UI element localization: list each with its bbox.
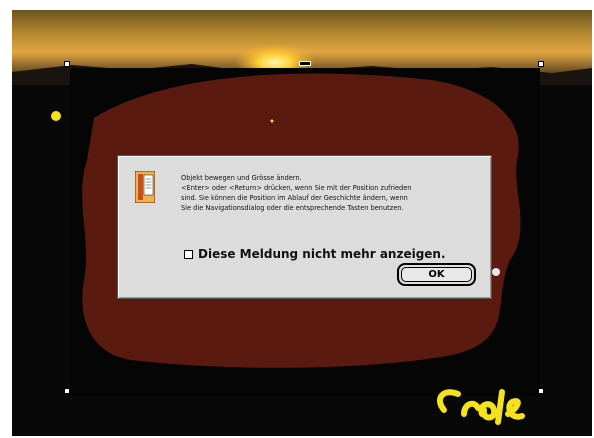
dont-show-again-row[interactable]: Diese Meldung nicht mehr anzeigen. [184,247,446,261]
info-dialog: Objekt bewegen und Grösse ändern. <Enter… [117,155,492,299]
dont-show-again-label[interactable]: Diese Meldung nicht mehr anzeigen. [198,247,446,261]
ok-button[interactable]: OK [401,267,472,282]
message-line: sind. Sie können die Position im Ablauf … [181,194,408,202]
resize-handle-top-right[interactable] [538,61,544,67]
message-line: Sie die Navigationsdialog oder die entsp… [181,204,404,212]
resize-handle-bottom-right[interactable] [538,388,544,394]
dialog-message: Objekt bewegen und Grösse ändern. <Enter… [181,173,481,213]
message-line: Objekt bewegen und Grösse ändern. [181,174,302,182]
resize-handle-top-center[interactable] [299,61,311,66]
resize-handle-bottom-left[interactable] [64,388,70,394]
ok-button-default-ring: OK [397,263,476,286]
dont-show-again-checkbox[interactable] [184,249,193,259]
message-line: <Enter> oder <Return> drücken, wenn Sie … [181,184,412,192]
resize-handle-top-left[interactable] [64,61,70,67]
document-icon [135,171,155,203]
